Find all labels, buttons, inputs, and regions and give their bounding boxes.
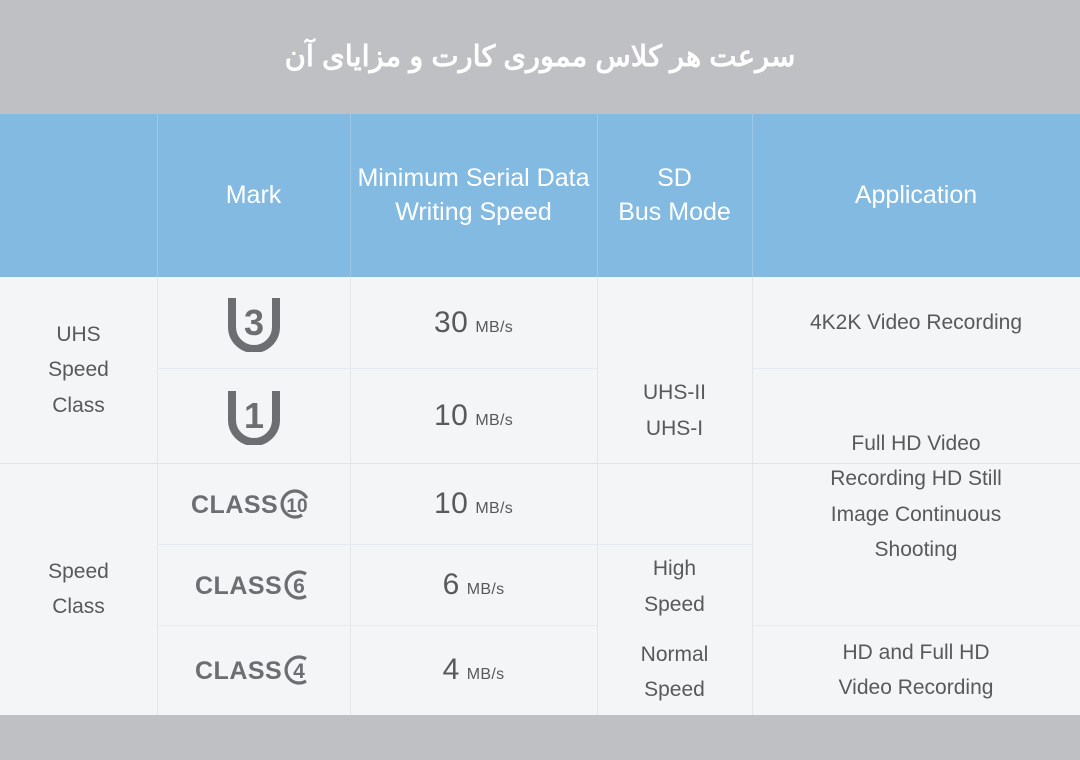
uhs-speed-class-3-mark: 3	[223, 294, 285, 352]
bottom-band	[0, 715, 1080, 760]
header-writing-speed-line1: Minimum Serial Data	[357, 164, 590, 192]
header-mark-label: Mark	[225, 180, 282, 209]
speed-cell-row-3: 6 MB/s	[350, 544, 597, 625]
header-bus-mode-line1: SD	[657, 164, 692, 192]
header-writing-speed: Minimum Serial Data Writing Speed	[350, 114, 597, 277]
page-title: سرعت هر کلاس مموری کارت و مزایای آن	[284, 40, 796, 73]
bus-mode-2-line1: Normal	[640, 642, 709, 666]
application-1-line2: Recording HD Still	[830, 467, 1002, 491]
svg-text:CLASS: CLASS	[195, 572, 282, 600]
svg-text:CLASS: CLASS	[195, 657, 282, 685]
speed-cell-row-1: 10 MB/s	[350, 368, 597, 463]
category-0-line1: UHS	[56, 323, 101, 347]
application-2-line2: Video Recording	[838, 676, 994, 699]
application-1-line1: Full HD Video	[851, 431, 981, 455]
speed-value-2: 10	[433, 486, 469, 520]
bus-mode-0-line1: UHS-II	[643, 381, 706, 405]
speed-unit-2: MB/s	[475, 499, 514, 517]
speed-class-4-mark: CLASS 4	[189, 652, 319, 688]
bus-mode-cell-normal-speed: Normal Speed	[597, 629, 752, 715]
mark-cell-row-3: CLASS 6	[157, 544, 350, 625]
header-application: Application	[752, 114, 1080, 277]
application-2-line1: HD and Full HD	[842, 640, 990, 664]
page-root: سرعت هر کلاس مموری کارت و مزایای آن Mark…	[0, 0, 1080, 760]
svg-text:10: 10	[286, 496, 307, 517]
category-speed-class: Speed Class	[0, 463, 157, 715]
speed-value-1: 10	[433, 398, 469, 432]
header-application-label: Application	[854, 180, 978, 209]
speed-class-10-mark: CLASS 10	[189, 486, 319, 522]
application-cell-0: 4K2K Video Recording	[752, 277, 1080, 368]
header-bus-mode: SD Bus Mode	[597, 114, 752, 277]
speed-unit-1: MB/s	[475, 411, 514, 429]
speed-value-3: 6	[442, 567, 460, 601]
table-body: UHS Speed Class Speed Class 3 1 CLASS 10…	[0, 277, 1080, 715]
svg-text:CLASS: CLASS	[191, 491, 278, 519]
mark-cell-row-2: CLASS 10	[157, 463, 350, 544]
bus-mode-cell-uhs: UHS-II UHS-I	[597, 277, 752, 544]
svg-text:3: 3	[243, 302, 263, 343]
header-divider-2	[350, 114, 351, 277]
header-writing-speed-line2: Writing Speed	[395, 197, 552, 226]
speed-class-table: Mark Minimum Serial Data Writing Speed S…	[0, 114, 1080, 715]
title-band: سرعت هر کلاس مموری کارت و مزایای آن	[0, 0, 1080, 114]
speed-class-6-mark: CLASS 6	[189, 567, 319, 603]
mark-cell-row-4: CLASS 4	[157, 625, 350, 715]
mark-cell-row-0: 3	[157, 277, 350, 368]
application-0-line1: 4K2K Video Recording	[809, 310, 1023, 334]
application-1-line3: Image Continuous	[830, 502, 1002, 526]
header-divider-3	[597, 114, 598, 277]
bus-mode-0-line2: UHS-I	[645, 416, 704, 440]
application-cell-2: HD and Full HD Video Recording	[752, 625, 1080, 715]
category-uhs-speed-class: UHS Speed Class	[0, 277, 157, 463]
bus-mode-2-line2: Speed	[644, 678, 705, 701]
speed-unit-3: MB/s	[466, 580, 505, 598]
bus-mode-1-line2: Speed	[644, 592, 705, 616]
bus-mode-1-line1: High	[652, 557, 697, 581]
header-bus-mode-line2: Bus Mode	[618, 197, 731, 226]
application-cell-1: Full HD Video Recording HD Still Image C…	[752, 368, 1080, 625]
speed-value-0: 30	[433, 305, 469, 339]
speed-unit-4: MB/s	[466, 666, 505, 683]
bus-mode-cell-high-speed: High Speed	[597, 544, 752, 629]
category-1-line2: Class	[52, 595, 105, 618]
speed-cell-row-0: 30 MB/s	[350, 277, 597, 368]
speed-unit-0: MB/s	[475, 318, 514, 336]
table-header-row: Mark Minimum Serial Data Writing Speed S…	[0, 114, 1080, 277]
mark-cell-row-1: 1	[157, 368, 350, 463]
speed-cell-row-4: 4 MB/s	[350, 625, 597, 715]
category-0-line3: Class	[52, 393, 105, 417]
svg-text:6: 6	[293, 575, 305, 598]
uhs-speed-class-1-mark: 1	[223, 387, 285, 445]
header-divider-1	[157, 114, 158, 277]
category-1-line1: Speed	[48, 559, 109, 583]
svg-text:4: 4	[293, 660, 305, 683]
category-0-line2: Speed	[48, 358, 109, 382]
header-category	[0, 114, 157, 277]
speed-cell-row-2: 10 MB/s	[350, 463, 597, 544]
header-divider-4	[752, 114, 753, 277]
svg-text:1: 1	[243, 395, 263, 436]
application-1-line4: Shooting	[874, 537, 958, 561]
header-mark: Mark	[157, 114, 350, 277]
speed-value-4: 4	[442, 653, 460, 686]
